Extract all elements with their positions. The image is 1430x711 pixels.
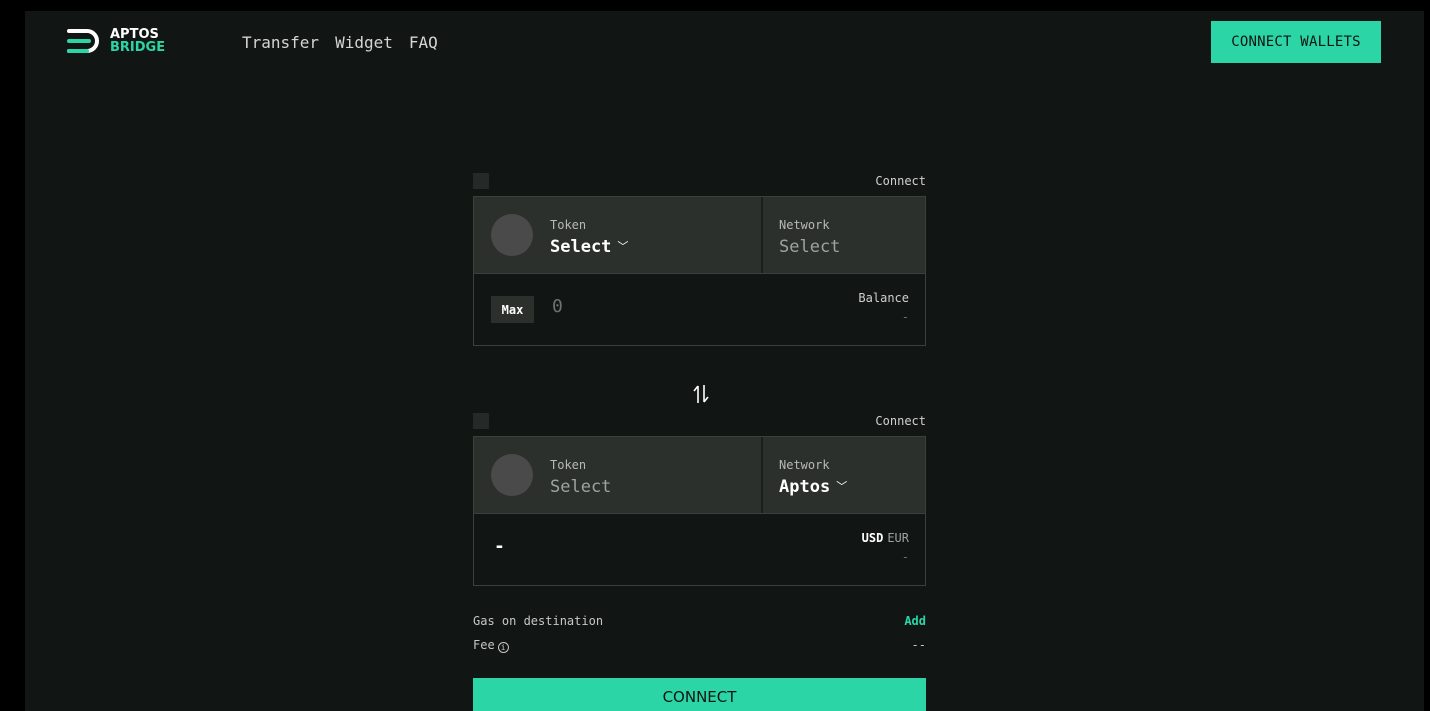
gas-add-link[interactable]: Add [904,614,926,628]
destination-token-selector[interactable]: Token Select [474,437,763,513]
nav-faq[interactable]: FAQ [409,33,438,52]
destination-fiat-value: - [901,550,909,564]
source-amount-box: Max 0 Balance - [473,274,926,346]
source-token-avatar [491,214,533,256]
aptos-bridge-logo-icon [67,29,99,53]
source-network-selector[interactable]: Network Select [763,197,925,273]
chevron-down-icon: ﹀ [836,480,848,493]
nav-widget[interactable]: Widget [335,33,393,52]
gas-label: Gas on destination [473,614,604,628]
max-button[interactable]: Max [491,296,534,323]
destination-card: Connect Token Select Network Aptos ﹀ - US… [473,412,926,586]
destination-token-label: Token [550,458,587,472]
balance-value: - [901,310,909,324]
source-network-value: Select [779,237,841,257]
destination-network-value[interactable]: Aptos ﹀ [779,477,847,497]
destination-selector: Token Select Network Aptos ﹀ [473,436,926,514]
fee-label-wrap: Fee i [473,638,509,653]
info-icon[interactable]: i [497,642,509,653]
destination-network-label: Network [779,458,830,472]
connect-button[interactable]: CONNECT [473,678,926,711]
app-container: APTOS BRIDGE Transfer Widget FAQ CONNECT… [25,11,1424,711]
main-nav: Transfer Widget FAQ [242,33,438,52]
currency-usd[interactable]: USD [862,531,884,545]
destination-checkbox[interactable] [473,413,489,429]
connect-button-label: CONNECT [662,688,737,706]
fee-value: -- [911,638,926,652]
brand-logo[interactable]: APTOS BRIDGE [65,24,165,58]
source-amount-input[interactable]: 0 [552,296,563,317]
source-token-selector[interactable]: Token Select ﹀ [474,197,763,273]
brand-text: APTOS BRIDGE [110,28,165,54]
chevron-down-icon: ﹀ [617,240,629,253]
connect-wallets-button[interactable]: CONNECT WALLETS [1211,21,1381,63]
source-top-row: Connect [473,172,926,196]
nav-transfer[interactable]: Transfer [242,33,319,52]
source-selector: Token Select ﹀ Network Select [473,196,926,274]
page: APTOS BRIDGE Transfer Widget FAQ CONNECT… [0,11,1430,711]
destination-token-avatar [491,454,533,496]
destination-amount-value: - [494,536,505,557]
destination-network-selector[interactable]: Network Aptos ﹀ [763,437,925,513]
destination-connect-link[interactable]: Connect [875,414,926,428]
currency-toggle[interactable]: USD EUR [862,531,909,545]
source-token-value[interactable]: Select ﹀ [550,237,628,257]
source-card: Connect Token Select ﹀ Network Select Max… [473,172,926,346]
source-checkbox[interactable] [473,173,489,189]
source-network-label: Network [779,218,830,232]
destination-token-value: Select [550,477,612,497]
fee-label: Fee [473,638,495,652]
source-connect-link[interactable]: Connect [875,174,926,188]
swap-arrows-icon[interactable] [689,383,713,405]
brand-line2: BRIDGE [110,40,166,55]
source-token-label: Token [550,218,587,232]
destination-top-row: Connect [473,412,926,436]
balance-label: Balance [858,291,909,305]
destination-amount-box: - USD EUR - [473,514,926,586]
currency-eur[interactable]: EUR [887,531,909,545]
